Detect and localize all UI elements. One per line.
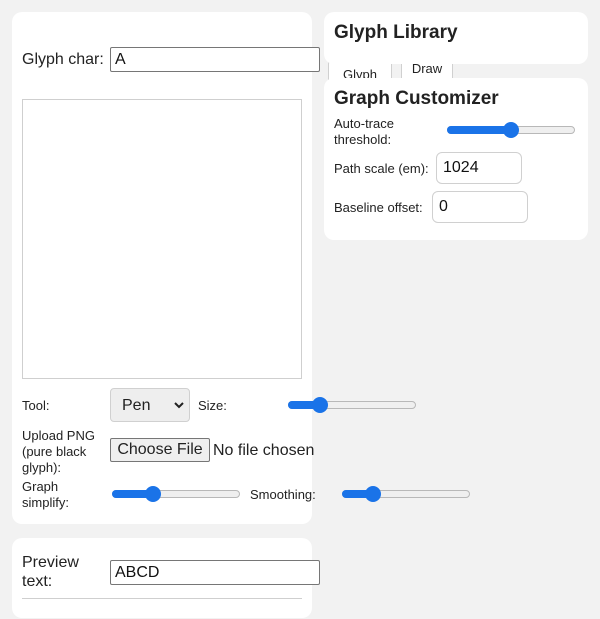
graph-customizer-panel: Graph Customizer Auto-trace threshold: P… bbox=[324, 78, 588, 240]
preview-text-label: Preview text: bbox=[22, 554, 79, 590]
choose-file-button[interactable]: Choose File bbox=[110, 438, 210, 462]
no-file-chosen-text: No file chosen bbox=[213, 442, 315, 459]
glyph-library-title: Glyph Library bbox=[334, 22, 458, 43]
preview-area bbox=[22, 598, 302, 619]
smoothing-label: Smoothing: bbox=[250, 487, 316, 502]
auto-trace-threshold-slider[interactable] bbox=[447, 122, 575, 138]
chevron-down-icon bbox=[173, 398, 185, 410]
upload-png-label: Upload PNG (pure black glyph): bbox=[22, 428, 95, 475]
auto-trace-threshold-label: Auto-trace threshold: bbox=[334, 116, 394, 147]
baseline-offset-label: Baseline offset: bbox=[334, 200, 423, 215]
drawing-canvas[interactable] bbox=[22, 99, 302, 379]
glyph-library-panel: Glyph Library bbox=[324, 12, 588, 64]
size-label: Size: bbox=[198, 398, 227, 413]
choose-file-label: Choose File bbox=[117, 441, 203, 458]
glyph-char-input[interactable] bbox=[110, 47, 320, 72]
smoothing-slider[interactable] bbox=[342, 486, 470, 502]
preview-panel: Preview text: bbox=[12, 538, 320, 619]
graph-customizer-title: Graph Customizer bbox=[334, 88, 499, 109]
glyph-char-label: Glyph char: bbox=[22, 51, 104, 68]
size-slider[interactable] bbox=[288, 397, 416, 413]
path-scale-input[interactable] bbox=[436, 152, 522, 184]
preview-text-input[interactable] bbox=[110, 560, 320, 585]
baseline-offset-input[interactable] bbox=[432, 191, 528, 223]
tool-label: Tool: bbox=[22, 398, 50, 413]
graph-simplify-slider[interactable] bbox=[112, 486, 240, 502]
glyph-editor-panel: Glyph char: Tool: Pen Size: Upload PNG (… bbox=[12, 12, 470, 524]
graph-simplify-label: Graph simplify: bbox=[22, 479, 69, 510]
path-scale-label: Path scale (em): bbox=[334, 161, 429, 176]
tool-select[interactable]: Pen bbox=[110, 388, 190, 422]
tool-select-value: Pen bbox=[122, 397, 151, 414]
